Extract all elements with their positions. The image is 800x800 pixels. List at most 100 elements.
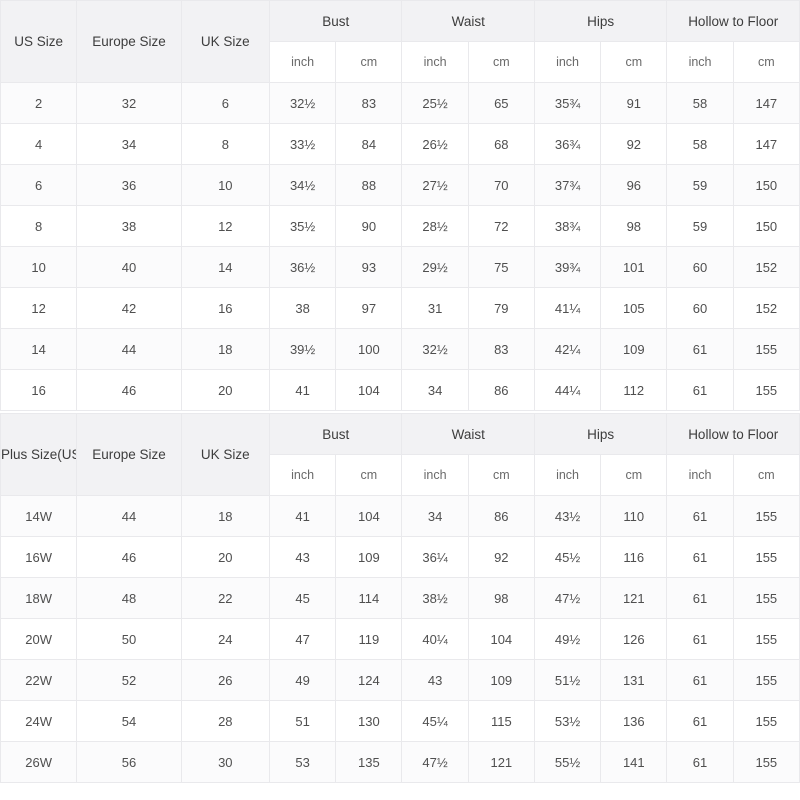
- cell-bust-inch: 51: [268, 700, 337, 742]
- cell-hips-inch: 47½: [533, 577, 602, 619]
- column-header-hips: Hips: [533, 413, 668, 455]
- cell-bust-cm: 130: [335, 700, 403, 742]
- cell-hips-inch: 41¼: [533, 287, 602, 329]
- unit-bust-cm: cm: [335, 454, 403, 496]
- column-header-waist: Waist: [401, 413, 535, 455]
- table-row: 24W 54 28 51 130 45¼ 115 53½ 136 61 155: [0, 700, 800, 742]
- cell-bust-inch: 36½: [268, 246, 337, 288]
- cell-hollow-inch: 61: [666, 700, 734, 742]
- cell-hips-cm: 96: [600, 164, 668, 206]
- cell-waist-inch: 25½: [401, 82, 469, 124]
- cell-bust-cm: 135: [335, 741, 403, 783]
- cell-waist-cm: 86: [467, 369, 535, 411]
- cell-waist-cm: 72: [467, 205, 535, 247]
- cell-hollow-cm: 152: [732, 246, 800, 288]
- cell-hips-inch: 43½: [533, 495, 602, 537]
- cell-waist-inch: 40¼: [401, 618, 469, 660]
- unit-waist-cm: cm: [467, 41, 535, 83]
- cell-bust-inch: 47: [268, 618, 337, 660]
- cell-europe-size: 56: [76, 741, 182, 783]
- cell-bust-inch: 32½: [268, 82, 337, 124]
- cell-hips-cm: 126: [600, 618, 668, 660]
- cell-bust-cm: 83: [335, 82, 403, 124]
- cell-waist-cm: 68: [467, 123, 535, 165]
- cell-waist-cm: 98: [467, 577, 535, 619]
- table-row: 26W 56 30 53 135 47½ 121 55½ 141 61 155: [0, 741, 800, 783]
- cell-size: 4: [0, 123, 78, 165]
- cell-europe-size: 46: [76, 536, 182, 578]
- table-row: 14 44 18 39½ 100 32½ 83 42¼ 109 61 155: [0, 328, 800, 370]
- cell-waist-cm: 104: [467, 618, 535, 660]
- cell-hollow-inch: 59: [666, 164, 734, 206]
- header-row-main: US Size Europe Size UK Size Bust Waist H…: [0, 0, 800, 83]
- unit-waist-inch: inch: [401, 454, 469, 496]
- cell-bust-cm: 97: [335, 287, 403, 329]
- cell-hips-cm: 141: [600, 741, 668, 783]
- cell-bust-inch: 41: [268, 495, 337, 537]
- cell-hollow-inch: 61: [666, 659, 734, 701]
- cell-bust-cm: 119: [335, 618, 403, 660]
- cell-uk-size: 18: [180, 495, 270, 537]
- cell-hollow-inch: 60: [666, 246, 734, 288]
- cell-uk-size: 16: [180, 287, 270, 329]
- unit-bust-inch: inch: [268, 454, 337, 496]
- cell-hollow-cm: 155: [732, 536, 800, 578]
- column-header-waist: Waist: [401, 0, 535, 42]
- cell-hollow-cm: 155: [732, 700, 800, 742]
- column-header-uk-size: UK Size: [180, 0, 270, 83]
- cell-bust-cm: 114: [335, 577, 403, 619]
- column-header-uk-size: UK Size: [180, 413, 270, 496]
- plus-table-body: 14W 44 18 41 104 34 86 43½ 110 61 155 16W 46 20 43 109 3…: [0, 495, 800, 783]
- cell-size: 14: [0, 328, 78, 370]
- unit-waist-inch: inch: [401, 41, 469, 83]
- cell-hollow-cm: 155: [732, 577, 800, 619]
- cell-waist-inch: 28½: [401, 205, 469, 247]
- cell-hips-inch: 42¼: [533, 328, 602, 370]
- cell-hips-cm: 101: [600, 246, 668, 288]
- cell-uk-size: 18: [180, 328, 270, 370]
- cell-uk-size: 6: [180, 82, 270, 124]
- cell-size: 20W: [0, 618, 78, 660]
- header-row-main: Plus Size(US) Europe Size UK Size Bust W…: [0, 413, 800, 496]
- cell-waist-inch: 45¼: [401, 700, 469, 742]
- cell-europe-size: 50: [76, 618, 182, 660]
- cell-hollow-cm: 147: [732, 82, 800, 124]
- cell-hips-inch: 39¾: [533, 246, 602, 288]
- cell-hips-cm: 131: [600, 659, 668, 701]
- cell-hips-cm: 109: [600, 328, 668, 370]
- cell-size: 8: [0, 205, 78, 247]
- table-row: 20W 50 24 47 119 40¼ 104 49½ 126 61 155: [0, 618, 800, 660]
- cell-bust-inch: 53: [268, 741, 337, 783]
- cell-bust-cm: 124: [335, 659, 403, 701]
- cell-europe-size: 44: [76, 328, 182, 370]
- plus-size-table: Plus Size(US) Europe Size UK Size Bust W…: [0, 413, 800, 783]
- cell-europe-size: 52: [76, 659, 182, 701]
- cell-waist-inch: 34: [401, 369, 469, 411]
- cell-hips-cm: 121: [600, 577, 668, 619]
- cell-size: 22W: [0, 659, 78, 701]
- cell-hollow-cm: 155: [732, 369, 800, 411]
- cell-waist-cm: 86: [467, 495, 535, 537]
- cell-hips-cm: 98: [600, 205, 668, 247]
- standard-size-table: US Size Europe Size UK Size Bust Waist H…: [0, 0, 800, 411]
- cell-hips-cm: 92: [600, 123, 668, 165]
- table-row: 16 46 20 41 104 34 86 44¼ 112 61 155: [0, 369, 800, 411]
- unit-bust-cm: cm: [335, 41, 403, 83]
- cell-size: 16: [0, 369, 78, 411]
- unit-hollow-inch: inch: [666, 41, 734, 83]
- unit-bust-inch: inch: [268, 41, 337, 83]
- cell-waist-cm: 70: [467, 164, 535, 206]
- column-header-bust: Bust: [268, 413, 403, 455]
- column-header-europe-size: Europe Size: [76, 0, 182, 83]
- cell-bust-inch: 33½: [268, 123, 337, 165]
- cell-bust-inch: 34½: [268, 164, 337, 206]
- cell-europe-size: 40: [76, 246, 182, 288]
- cell-hips-inch: 49½: [533, 618, 602, 660]
- cell-bust-cm: 90: [335, 205, 403, 247]
- cell-europe-size: 48: [76, 577, 182, 619]
- cell-waist-cm: 121: [467, 741, 535, 783]
- cell-bust-inch: 39½: [268, 328, 337, 370]
- cell-waist-inch: 36¼: [401, 536, 469, 578]
- table-row: 8 38 12 35½ 90 28½ 72 38¾ 98 59 150: [0, 205, 800, 247]
- cell-hollow-inch: 61: [666, 328, 734, 370]
